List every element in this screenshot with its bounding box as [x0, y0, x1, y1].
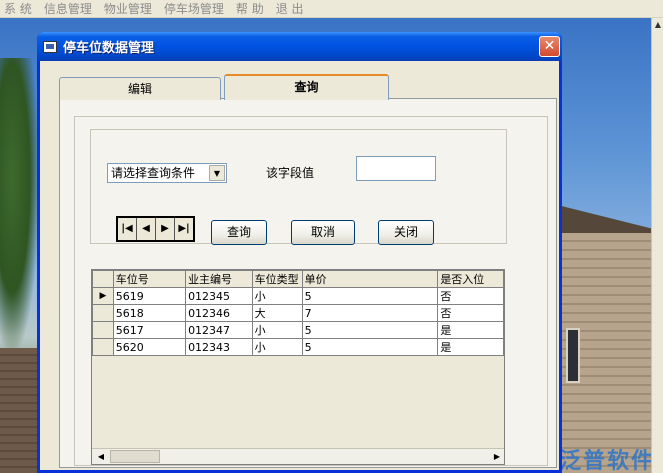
- row-header[interactable]: [92, 321, 114, 339]
- column-header-owner-id[interactable]: 业主编号: [185, 270, 253, 288]
- title-bar[interactable]: 停车位数据管理 ✕: [37, 32, 562, 61]
- background-tree: [0, 58, 40, 358]
- cell-unit-price[interactable]: 5: [301, 287, 439, 305]
- cell-space-no[interactable]: 5619: [112, 287, 187, 305]
- desktop-scrollbar[interactable]: ▲: [651, 18, 663, 473]
- cell-unit-price[interactable]: 7: [301, 304, 439, 322]
- cell-space-no[interactable]: 5620: [112, 338, 187, 356]
- column-header-space-no[interactable]: 车位号: [112, 270, 187, 288]
- column-header-space-type[interactable]: 车位类型: [251, 270, 303, 288]
- field-value-label: 该字段值: [266, 166, 315, 180]
- window-icon: [43, 40, 57, 53]
- last-record-button[interactable]: ▶|: [175, 218, 193, 240]
- background-house-left: [0, 348, 40, 473]
- menu-property-management[interactable]: 物业管理: [104, 0, 152, 17]
- scroll-thumb[interactable]: [110, 450, 160, 463]
- table-row[interactable]: 5617 012347 小 5 是: [92, 321, 504, 339]
- cell-space-type[interactable]: 大: [251, 304, 303, 322]
- prev-record-button[interactable]: ◀: [137, 218, 156, 240]
- current-row-indicator-icon: ▶: [92, 287, 114, 305]
- tab-edit[interactable]: 编辑: [59, 77, 221, 100]
- menu-exit[interactable]: 退 出: [276, 0, 304, 17]
- cell-space-no[interactable]: 5618: [112, 304, 187, 322]
- cell-occupied[interactable]: 是: [437, 338, 504, 356]
- scroll-right-icon[interactable]: ▶: [490, 450, 504, 463]
- menu-help[interactable]: 帮 助: [236, 0, 264, 17]
- menu-bar: 系 统 信息管理 物业管理 停车场管理 帮 助 退 出: [0, 0, 663, 18]
- cell-owner-id[interactable]: 012346: [185, 304, 253, 322]
- cell-occupied[interactable]: 是: [437, 321, 504, 339]
- condition-select[interactable]: 请选择查询条件 ▼: [107, 163, 227, 183]
- chevron-down-icon[interactable]: ▼: [209, 165, 225, 181]
- column-header-occupied[interactable]: 是否入位: [437, 270, 504, 288]
- menu-parking-management[interactable]: 停车场管理: [164, 0, 224, 17]
- condition-select-value: 请选择查询条件: [111, 166, 196, 180]
- next-record-button[interactable]: ▶: [156, 218, 175, 240]
- cell-occupied[interactable]: 否: [437, 304, 504, 322]
- table-row[interactable]: ▶ 5619 012345 小 5 否: [92, 287, 504, 305]
- row-header[interactable]: [92, 304, 114, 322]
- table-row[interactable]: 5618 012346 大 7 否: [92, 304, 504, 322]
- grid-table: 车位号 业主编号 车位类型 单价 是否入位 ▶ 5619 012345 小 5: [92, 270, 504, 356]
- scroll-up-icon[interactable]: ▲: [652, 18, 663, 32]
- grid-horizontal-scrollbar[interactable]: ◀ ▶: [92, 448, 504, 464]
- record-navigator: |◀ ◀ ▶ ▶|: [116, 216, 195, 242]
- grid-corner: [92, 270, 114, 288]
- background-window: [566, 328, 580, 383]
- cell-space-type[interactable]: 小: [251, 338, 303, 356]
- menu-info-management[interactable]: 信息管理: [44, 0, 92, 17]
- cell-space-type[interactable]: 小: [251, 321, 303, 339]
- parking-data-window: 停车位数据管理 ✕ 请选择查询条件 ▼ 该字段值 |◀ ◀ ▶ ▶| 查询 取消…: [37, 32, 562, 473]
- parking-data-grid[interactable]: 车位号 业主编号 车位类型 单价 是否入位 ▶ 5619 012345 小 5: [91, 269, 505, 465]
- cell-unit-price[interactable]: 5: [301, 321, 439, 339]
- query-button[interactable]: 查询: [211, 220, 267, 245]
- row-header[interactable]: [92, 338, 114, 356]
- field-value-input[interactable]: [356, 156, 436, 181]
- cell-owner-id[interactable]: 012343: [185, 338, 253, 356]
- cell-occupied[interactable]: 否: [437, 287, 504, 305]
- menu-system[interactable]: 系 统: [4, 0, 32, 17]
- close-button[interactable]: 关闭: [378, 220, 434, 245]
- close-window-button[interactable]: ✕: [539, 36, 560, 57]
- table-row[interactable]: 5620 012343 小 5 是: [92, 338, 504, 356]
- window-title: 停车位数据管理: [63, 41, 155, 56]
- tab-query[interactable]: 查询: [224, 74, 389, 100]
- cell-owner-id[interactable]: 012345: [185, 287, 253, 305]
- cell-space-type[interactable]: 小: [251, 287, 303, 305]
- scroll-left-icon[interactable]: ◀: [94, 450, 108, 463]
- cell-space-no[interactable]: 5617: [112, 321, 187, 339]
- first-record-button[interactable]: |◀: [118, 218, 137, 240]
- cancel-button[interactable]: 取消: [291, 220, 355, 245]
- column-header-unit-price[interactable]: 单价: [301, 270, 439, 288]
- tab-panel-query: 请选择查询条件 ▼ 该字段值 |◀ ◀ ▶ ▶| 查询 取消 关闭 车位号 业主…: [59, 98, 557, 468]
- cell-unit-price[interactable]: 5: [301, 338, 439, 356]
- cell-owner-id[interactable]: 012347: [185, 321, 253, 339]
- grid-header-row: 车位号 业主编号 车位类型 单价 是否入位: [92, 270, 504, 288]
